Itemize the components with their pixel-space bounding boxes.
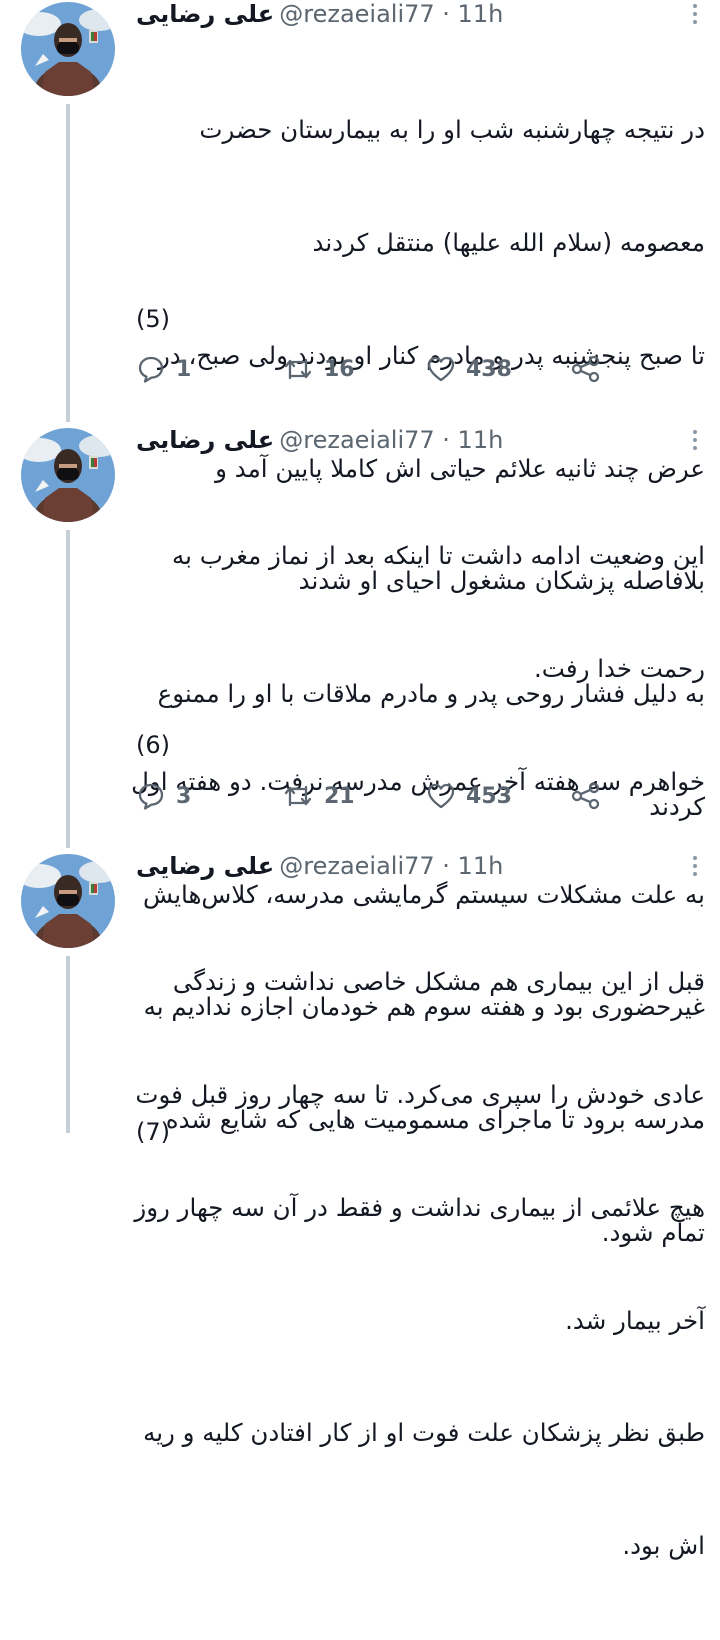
more-dots-icon[interactable] (692, 856, 698, 880)
heart-icon (426, 781, 456, 811)
author-handle[interactable]: @rezaeiali77 · 11h (279, 852, 503, 880)
like-count: 453 (466, 783, 512, 809)
tweet-text: قبل از این بیماری هم مشکل خاصی نداشت و ز… (125, 888, 705, 1640)
text-line: عادی خودش را سپری می‌کرد. تا سه چهار روز… (135, 1079, 705, 1109)
thread-counter: (5) (136, 305, 170, 333)
retweet-icon (282, 781, 314, 811)
more-dots-icon[interactable] (692, 4, 698, 28)
text-line: طبق نظر پزشکان علت فوت او از کار افتادن … (143, 1418, 705, 1448)
tweet-header: علی رضایی @rezaeiali77 · 11h (136, 0, 503, 36)
share-icon (570, 354, 602, 384)
text-line: این وضعیت ادامه داشت تا اینکه بعد از نما… (171, 541, 705, 571)
tweet[interactable]: علی رضایی @rezaeiali77 · 11h این وضعیت ا… (0, 426, 720, 1247)
tweet[interactable]: علی رضایی @rezaeiali77 · 11h قبل از این … (0, 852, 720, 1560)
retweet-button[interactable]: 21 (282, 779, 355, 813)
text-line: خواهرم سه هفته آخر عمرش مدرسه نرفت. دو ه… (131, 766, 705, 796)
heart-icon (426, 354, 456, 384)
share-button[interactable] (570, 779, 602, 813)
text-line: رحمت خدا رفت. (534, 653, 705, 683)
tweet-header: علی رضایی @rezaeiali77 · 11h (136, 852, 503, 888)
share-icon (570, 781, 602, 811)
share-button[interactable] (570, 352, 602, 386)
like-count: 438 (466, 356, 512, 382)
retweet-icon (282, 354, 314, 384)
thread-counter: (6) (136, 731, 170, 759)
reply-count: 3 (176, 783, 192, 809)
avatar[interactable] (21, 2, 115, 96)
retweet-button[interactable]: 16 (282, 352, 355, 386)
retweet-count: 16 (324, 356, 355, 382)
text-line: معصومه (سلام الله علیها) منتقل کردند (312, 227, 705, 257)
retweet-count: 21 (324, 783, 355, 809)
author-handle[interactable]: @rezaeiali77 · 11h (279, 426, 503, 454)
reply-icon (136, 354, 166, 384)
author-handle[interactable]: @rezaeiali77 · 11h (279, 0, 503, 28)
thread-counter: (7) (136, 1118, 170, 1146)
like-button[interactable]: 453 (426, 779, 512, 813)
reply-icon (136, 781, 166, 811)
author-name[interactable]: علی رضایی (136, 852, 274, 880)
tweet-header: علی رضایی @rezaeiali77 · 11h (136, 426, 503, 462)
like-button[interactable]: 438 (426, 352, 512, 386)
text-line: تا صبح پنجشنبه پدر و مادرم کنار او بودند… (157, 340, 705, 370)
more-dots-icon[interactable] (692, 430, 698, 454)
author-name[interactable]: علی رضایی (136, 0, 274, 28)
reply-count: 1 (176, 356, 192, 382)
text-line: هیچ علائمی از بیماری نداشت و فقط در آن س… (134, 1192, 705, 1222)
text-line: اش بود. (622, 1531, 705, 1561)
avatar[interactable] (21, 428, 115, 522)
avatar[interactable] (21, 854, 115, 948)
tweet[interactable]: علی رضایی @rezaeiali77 · 11h در نتیجه چه… (0, 0, 720, 821)
text-line: آخر بیمار شد. (565, 1305, 705, 1335)
author-name[interactable]: علی رضایی (136, 426, 274, 454)
text-line: در نتیجه چهارشنبه شب او را به بیمارستان … (199, 115, 705, 145)
reply-button[interactable]: 1 (136, 352, 191, 386)
text-line: قبل از این بیماری هم مشکل خاصی نداشت و ز… (172, 967, 705, 997)
reply-button[interactable]: 3 (136, 779, 191, 813)
